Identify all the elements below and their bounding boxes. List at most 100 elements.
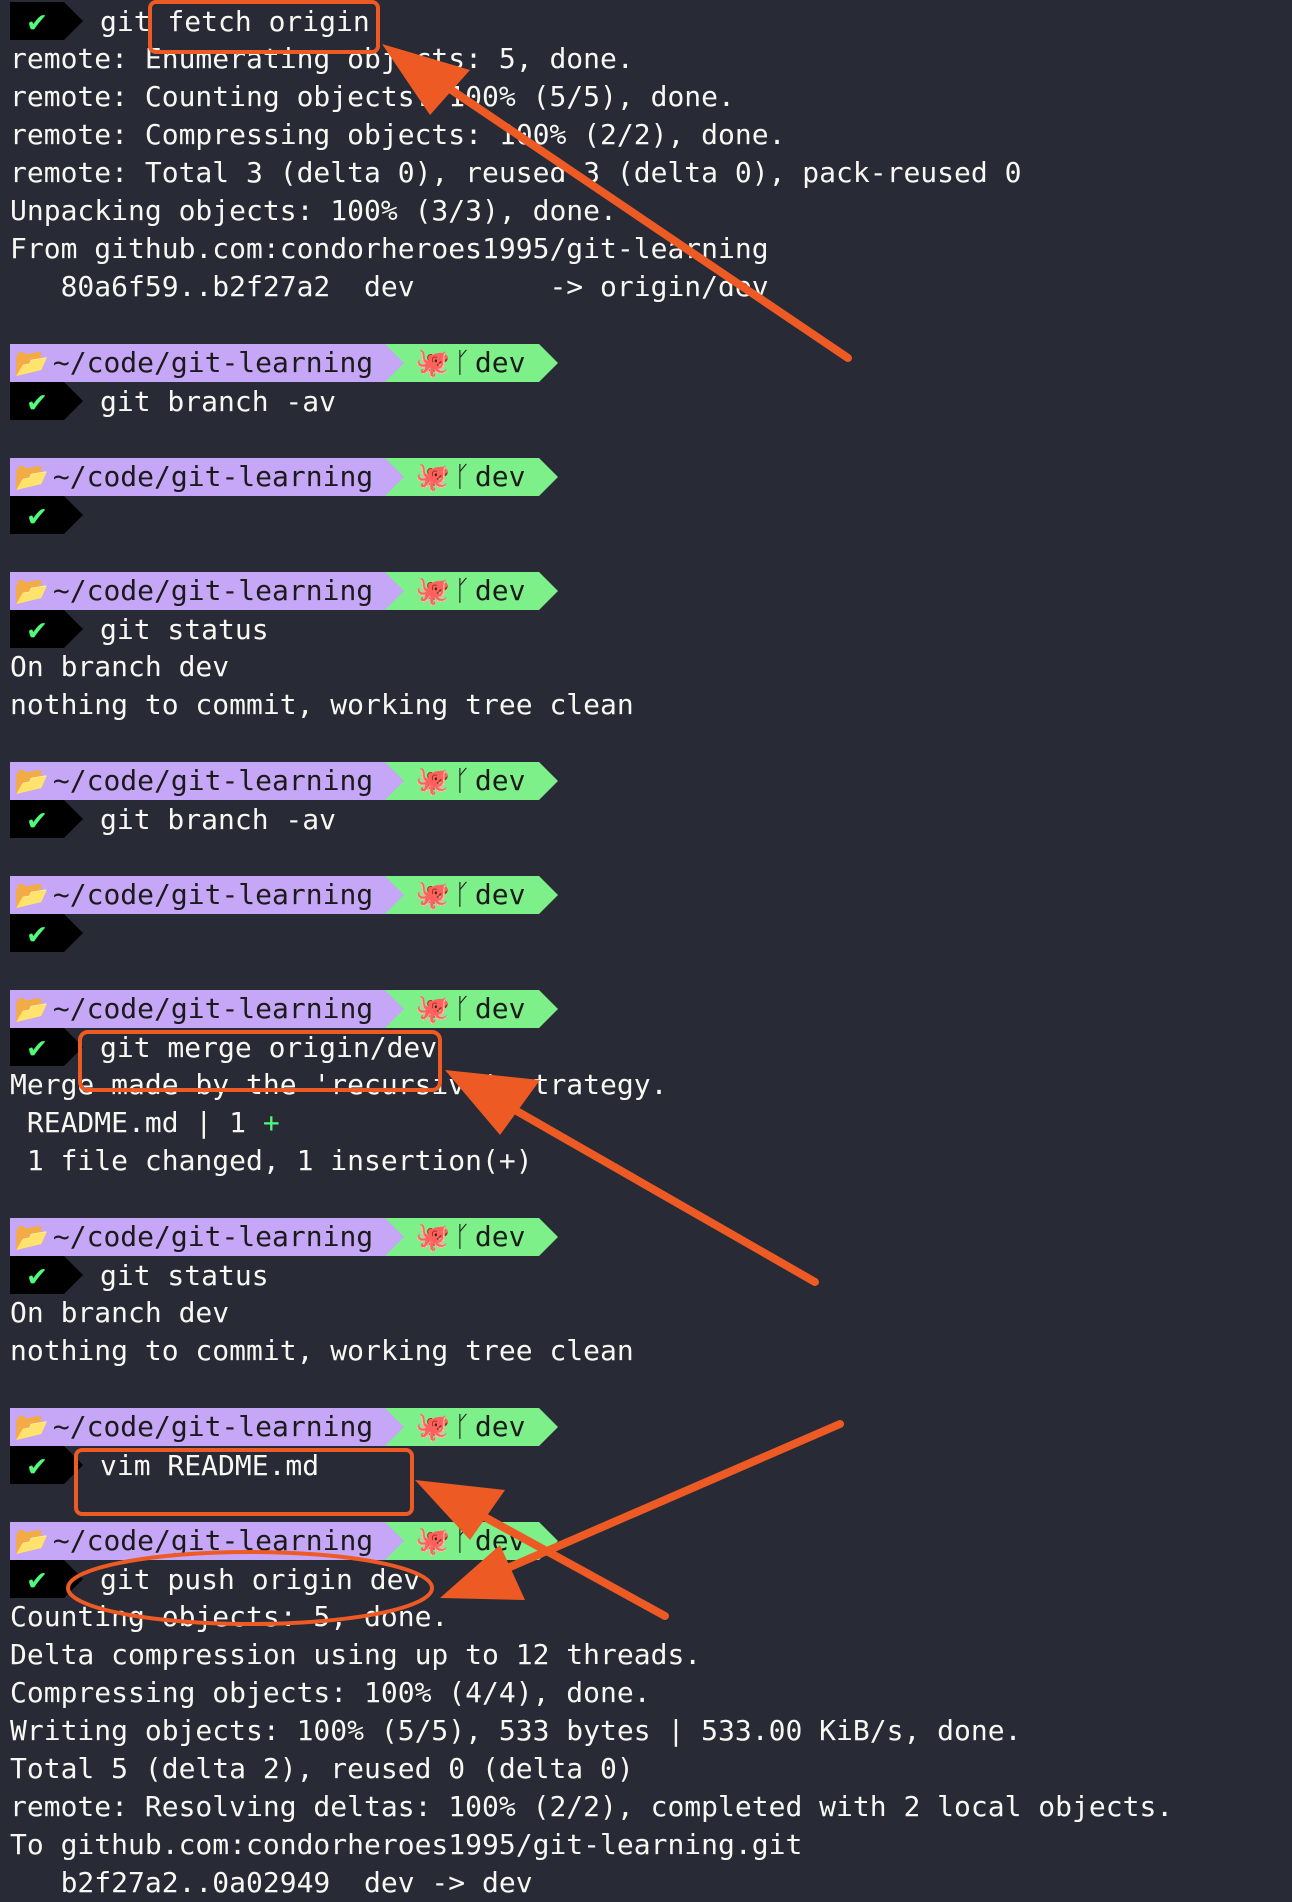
output-line: 80a6f59..b2f27a2 dev -> origin/dev [10,270,769,303]
terminal-window[interactable]: ✔ git fetch origin remote: Enumerating o… [0,0,1292,1902]
branch-icon: ᚴ [454,346,471,379]
success-check-icon: ✔ [10,1446,83,1484]
folder-icon: 📂 [14,460,49,493]
command-line: ✔ git branch -av [10,800,336,838]
prompt-path: ~/code/git-learning [52,460,374,493]
command-line: ✔ git fetch origin [10,2,370,40]
output-line: remote: Total 3 (delta 0), reused 3 (del… [10,156,1022,189]
folder-icon: 📂 [14,1220,49,1253]
prompt-path: ~/code/git-learning [52,346,374,379]
prompt-branch: dev [474,1220,526,1253]
prompt-path: ~/code/git-learning [52,764,374,797]
branch-icon: ᚴ [454,992,471,1025]
folder-icon: 📂 [14,1410,49,1443]
shell-prompt: 📂 ~/code/git-learning 🐙 ᚴ dev [10,990,559,1028]
output-line: Compressing objects: 100% (4/4), done. [10,1676,651,1709]
success-check-icon: ✔ [10,1560,83,1598]
output-line: nothing to commit, working tree clean [10,1334,634,1367]
output-line: From github.com:condorheroes1995/git-lea… [10,232,769,265]
prompt-branch: dev [474,460,526,493]
output-line: remote: Enumerating objects: 5, done. [10,42,634,75]
shell-prompt: 📂 ~/code/git-learning 🐙 ᚴ dev [10,1408,559,1446]
prompt-path: ~/code/git-learning [52,992,374,1025]
prompt-branch: dev [474,574,526,607]
output-line: Delta compression using up to 12 threads… [10,1638,702,1671]
github-icon: 🐙 [415,460,451,493]
command-line: ✔ git push origin dev [10,1560,420,1598]
command-line: ✔ vim README.md [10,1446,319,1484]
output-line: Writing objects: 100% (5/5), 533 bytes |… [10,1714,1022,1747]
folder-icon: 📂 [14,764,49,797]
command-text: vim README.md [100,1448,320,1482]
output-line: On branch dev [10,1296,230,1329]
shell-prompt: 📂 ~/code/git-learning 🐙 ᚴ dev [10,1218,559,1256]
prompt-path: ~/code/git-learning [52,1524,374,1557]
success-check-icon: ✔ [10,1028,83,1066]
output-line: b2f27a2..0a02949 dev -> dev [10,1866,533,1899]
prompt-path: ~/code/git-learning [52,574,374,607]
output-line: To github.com:condorheroes1995/git-learn… [10,1828,803,1861]
output-line: Unpacking objects: 100% (3/3), done. [10,194,617,227]
output-line: remote: Counting objects: 100% (5/5), do… [10,80,735,113]
folder-icon: 📂 [14,992,49,1025]
shell-prompt: 📂 ~/code/git-learning 🐙 ᚴ dev [10,876,559,914]
prompt-branch: dev [474,1524,526,1557]
folder-icon: 📂 [14,574,49,607]
shell-prompt: 📂 ~/code/git-learning 🐙 ᚴ dev [10,344,559,382]
prompt-branch: dev [474,1410,526,1443]
folder-icon: 📂 [14,878,49,911]
output-line: remote: Resolving deltas: 100% (2/2), co… [10,1790,1174,1823]
command-line: ✔ git status [10,1256,269,1294]
command-line: ✔ [10,914,83,952]
diffstat-plus: + [262,1106,280,1139]
prompt-branch: dev [474,878,526,911]
command-text: git status [100,612,269,646]
output-line: On branch dev [10,650,230,683]
folder-icon: 📂 [14,346,49,379]
folder-icon: 📂 [14,1524,49,1557]
prompt-branch: dev [474,992,526,1025]
output-line: README.md | 1 + [0,1104,280,1142]
branch-icon: ᚴ [454,1410,471,1443]
prompt-path: ~/code/git-learning [52,1220,374,1253]
prompt-branch: dev [474,764,526,797]
command-text: git branch -av [100,802,337,836]
output-line: 1 file changed, 1 insertion(+) [10,1144,533,1177]
output-line: Counting objects: 5, done. [10,1600,449,1633]
shell-prompt: 📂 ~/code/git-learning 🐙 ᚴ dev [10,572,559,610]
shell-prompt: 📂 ~/code/git-learning 🐙 ᚴ dev [10,762,559,800]
output-line: nothing to commit, working tree clean [10,688,634,721]
output-line: Total 5 (delta 2), reused 0 (delta 0) [10,1752,634,1785]
prompt-path: ~/code/git-learning [52,878,374,911]
github-icon: 🐙 [415,1410,451,1443]
success-check-icon: ✔ [10,2,83,40]
output-line: remote: Compressing objects: 100% (2/2),… [10,118,786,151]
success-check-icon: ✔ [10,800,83,838]
command-line: ✔ [10,496,83,534]
branch-icon: ᚴ [454,764,471,797]
shell-prompt: 📂 ~/code/git-learning 🐙 ᚴ dev [10,1522,559,1560]
command-text: git status [100,1258,269,1292]
command-text: git push origin dev [100,1562,421,1596]
branch-icon: ᚴ [454,878,471,911]
command-text: git merge origin/dev [100,1030,438,1064]
success-check-icon: ✔ [10,914,83,952]
github-icon: 🐙 [415,1524,451,1557]
command-text: git branch -av [100,384,337,418]
success-check-icon: ✔ [10,1256,83,1294]
branch-icon: ᚴ [454,574,471,607]
github-icon: 🐙 [415,574,451,607]
command-line: ✔ git branch -av [10,382,336,420]
github-icon: 🐙 [415,346,451,379]
command-line: ✔ git status [10,610,269,648]
branch-icon: ᚴ [454,1524,471,1557]
output-line: Merge made by the 'recursive' strategy. [10,1068,668,1101]
prompt-branch: dev [474,346,526,379]
success-check-icon: ✔ [10,610,83,648]
prompt-path: ~/code/git-learning [52,1410,374,1443]
branch-icon: ᚴ [454,460,471,493]
success-check-icon: ✔ [10,382,83,420]
shell-prompt: 📂 ~/code/git-learning 🐙 ᚴ dev [10,458,559,496]
diffstat-text: README.md | 1 [10,1106,263,1139]
github-icon: 🐙 [415,764,451,797]
